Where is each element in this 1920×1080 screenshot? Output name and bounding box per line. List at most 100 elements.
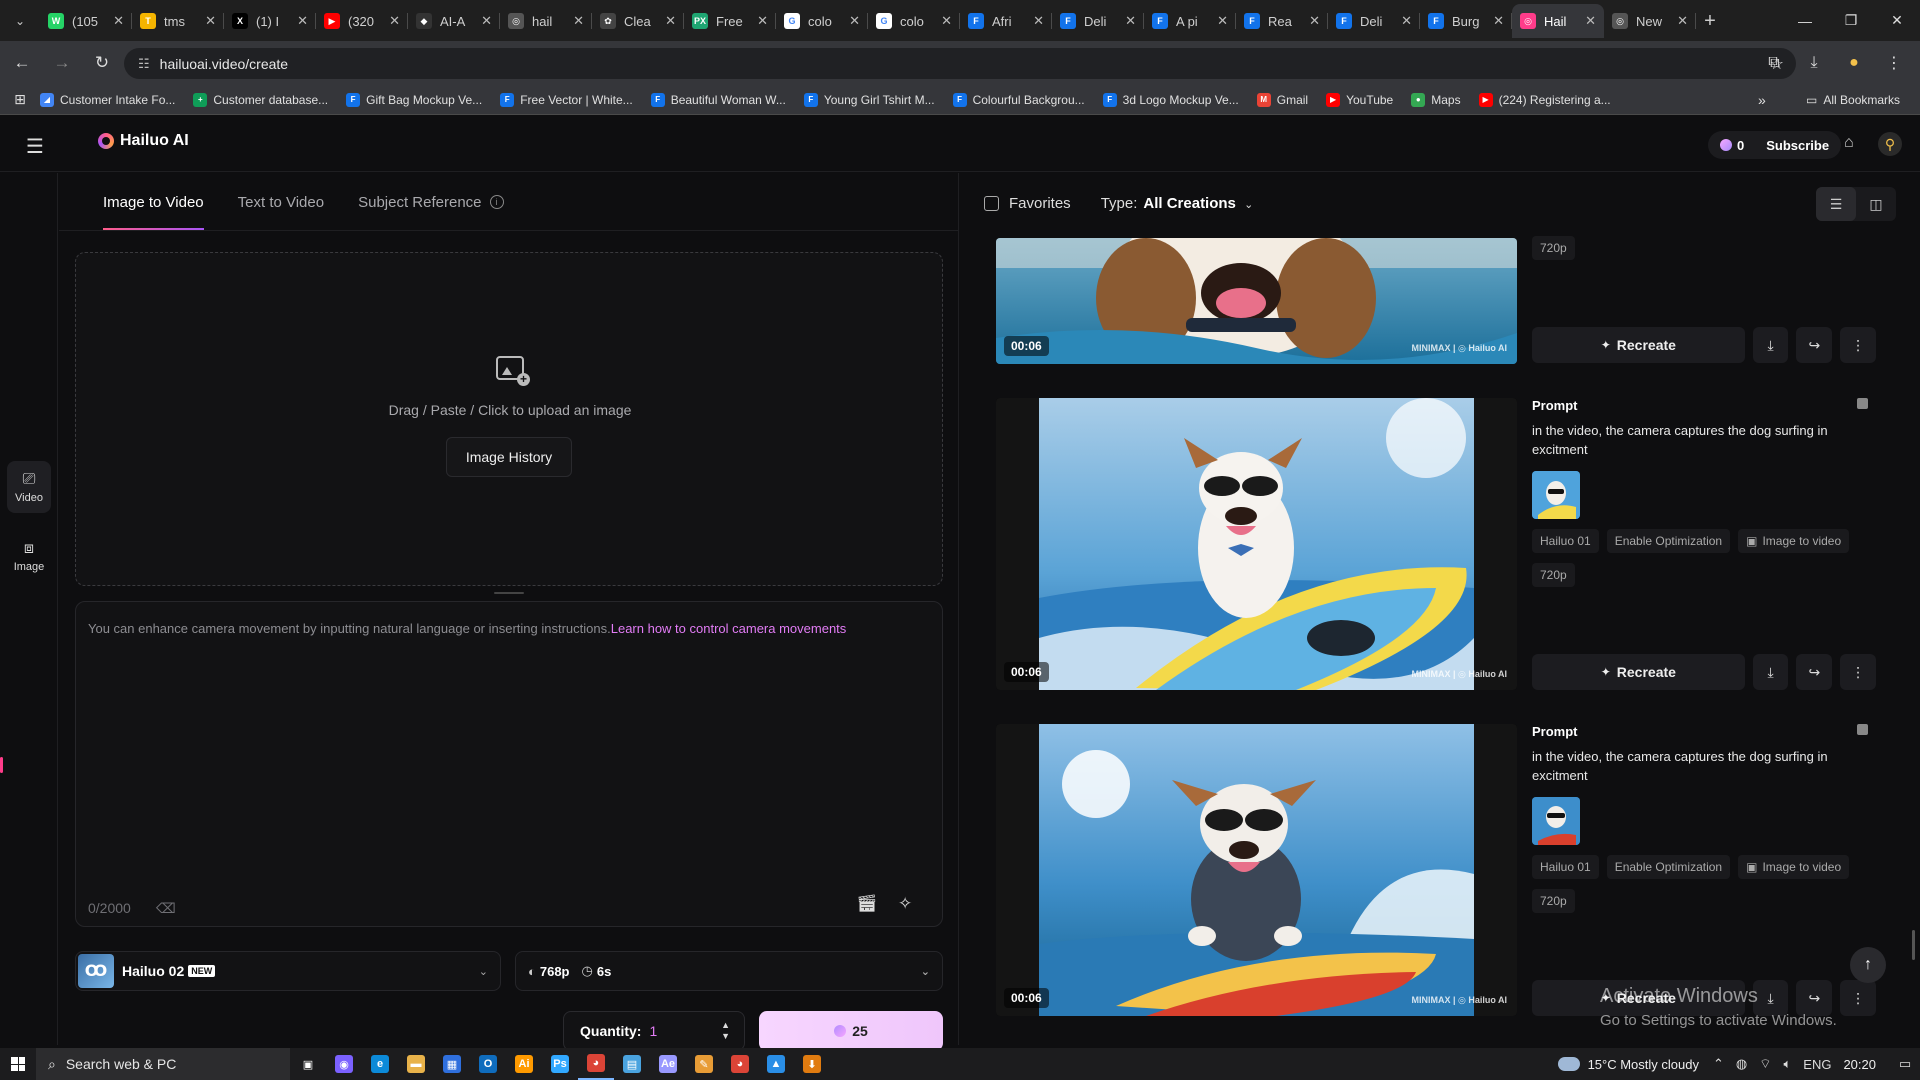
resize-handle[interactable] xyxy=(494,592,524,594)
video-thumbnail[interactable]: 00:06 MINIMAX | ◎ Hailuo AI xyxy=(996,238,1517,364)
bookmark-item[interactable]: ▶ (224) Registering a... xyxy=(1478,92,1611,107)
chrome-menu-icon[interactable]: ⋮ xyxy=(1874,45,1914,81)
close-tab-icon[interactable]: ✕ xyxy=(1493,13,1504,29)
credits-subscribe-pill[interactable]: 0 Subscribe xyxy=(1708,131,1842,159)
close-tab-icon[interactable]: ✕ xyxy=(205,13,216,29)
rail-item-image[interactable]: ⧈ Image xyxy=(7,530,51,582)
more-options-button[interactable]: ⋮ xyxy=(1840,654,1877,690)
minimize-button[interactable]: — xyxy=(1782,0,1828,41)
tab-search-button[interactable]: ⌄ xyxy=(0,0,40,41)
browser-tab[interactable]: F Rea ✕ xyxy=(1236,4,1328,38)
bookmark-item[interactable]: F 3d Logo Mockup Ve... xyxy=(1102,92,1239,107)
edge-icon[interactable]: e xyxy=(362,1048,398,1080)
bookmark-item[interactable]: F Free Vector | White... xyxy=(500,92,633,107)
subscribe-button[interactable]: Subscribe xyxy=(1766,138,1829,153)
close-tab-icon[interactable]: ✕ xyxy=(1585,13,1596,29)
close-window-button[interactable]: ✕ xyxy=(1874,0,1920,41)
photoshop-icon[interactable]: Ps xyxy=(542,1048,578,1080)
favorites-checkbox[interactable] xyxy=(984,195,999,211)
camera-movement-help-link[interactable]: Learn how to control camera movements xyxy=(611,621,847,636)
video-thumbnail[interactable]: 00:06 MINIMAX | ◎ Hailuo AI xyxy=(996,398,1517,690)
chrome-icon[interactable]: ◕ xyxy=(578,1048,614,1080)
illustrator-icon[interactable]: Ai xyxy=(506,1048,542,1080)
type-filter-dropdown[interactable]: Type: All Creations ⌄ xyxy=(1101,195,1254,212)
browser-tab[interactable]: ▶ (320 ✕ xyxy=(316,4,408,38)
back-button[interactable]: ← xyxy=(4,45,40,81)
close-tab-icon[interactable]: ✕ xyxy=(1125,13,1136,29)
bookmark-item[interactable]: F Colourful Backgrou... xyxy=(952,92,1085,107)
outlook-icon[interactable]: O xyxy=(470,1048,506,1080)
close-tab-icon[interactable]: ✕ xyxy=(297,13,308,29)
more-options-button[interactable]: ⋮ xyxy=(1840,980,1877,1016)
recreate-button[interactable]: ✦ Recreate xyxy=(1532,654,1745,690)
forward-button[interactable]: → xyxy=(44,45,80,81)
scrollbar-thumb[interactable] xyxy=(1912,930,1915,960)
close-tab-icon[interactable]: ✕ xyxy=(481,13,492,29)
task-view-icon[interactable]: ▣ xyxy=(290,1048,326,1080)
copy-icon[interactable] xyxy=(1857,724,1868,735)
browser-tab[interactable]: ✿ Clea ✕ xyxy=(592,4,684,38)
browser-tab[interactable]: ◎ New ✕ xyxy=(1604,4,1696,38)
file-explorer-icon[interactable]: ▬ xyxy=(398,1048,434,1080)
generate-button[interactable]: 25 xyxy=(759,1011,943,1051)
close-tab-icon[interactable]: ✕ xyxy=(665,13,676,29)
close-tab-icon[interactable]: ✕ xyxy=(849,13,860,29)
browser-tab[interactable]: X (1) I ✕ xyxy=(224,4,316,38)
share-button[interactable]: ↪ xyxy=(1796,654,1833,690)
brand-logo[interactable]: Hailuo AI xyxy=(98,132,189,150)
bookmark-item[interactable]: F Young Girl Tshirt M... xyxy=(803,92,935,107)
copy-icon[interactable] xyxy=(1857,398,1868,409)
bookmark-item[interactable]: + Customer database... xyxy=(193,92,328,107)
weather-widget[interactable]: 15°C Mostly cloudy xyxy=(1557,1057,1699,1072)
browser-tab[interactable]: ◎ Hail ✕ xyxy=(1512,4,1604,38)
bookmark-item[interactable]: M Gmail xyxy=(1256,92,1308,107)
apps-grid-icon[interactable]: ⊞ xyxy=(0,91,40,108)
image-upload-dropzone[interactable]: Drag / Paste / Click to upload an image … xyxy=(75,252,943,586)
notification-icon[interactable]: ⌂ xyxy=(1844,134,1854,152)
more-bookmarks-icon[interactable]: » xyxy=(1758,92,1766,108)
close-tab-icon[interactable]: ✕ xyxy=(389,13,400,29)
photos-icon[interactable]: ▲ xyxy=(758,1048,794,1080)
close-tab-icon[interactable]: ✕ xyxy=(113,13,124,29)
downloads-icon[interactable]: ⤓ xyxy=(1794,45,1834,81)
volume-icon[interactable]: 🔈︎ xyxy=(1783,1056,1791,1072)
bookmark-item[interactable]: F Beautiful Woman W... xyxy=(650,92,786,107)
browser-tab[interactable]: ◎ hail ✕ xyxy=(500,4,592,38)
reference-image-thumbnail[interactable] xyxy=(1532,471,1580,519)
address-bar[interactable]: ☷ hailuoai.video/create ☆ xyxy=(124,48,1796,79)
network-icon[interactable]: ◍ xyxy=(1736,1056,1747,1072)
model-select[interactable]: Ꝏ Hailuo 02 NEW ⌄ xyxy=(75,951,501,991)
close-tab-icon[interactable]: ✕ xyxy=(1033,13,1044,29)
bookmark-item[interactable]: F Gift Bag Mockup Ve... xyxy=(346,92,482,107)
close-tab-icon[interactable]: ✕ xyxy=(1401,13,1412,29)
scroll-to-top-button[interactable]: ↑ xyxy=(1850,947,1886,983)
close-tab-icon[interactable]: ✕ xyxy=(1217,13,1228,29)
tab-text-to-video[interactable]: Text to Video xyxy=(238,173,324,231)
more-options-button[interactable]: ⋮ xyxy=(1840,327,1877,363)
info-icon[interactable]: i xyxy=(489,195,504,209)
recreate-button[interactable]: ✦ Recreate xyxy=(1532,327,1745,363)
detail-view-icon[interactable]: ◫ xyxy=(1856,187,1896,221)
enhance-prompt-icon[interactable]: ✧ xyxy=(898,894,912,914)
new-tab-button[interactable]: + xyxy=(1696,4,1724,38)
notifications-icon[interactable]: ▭ xyxy=(1890,1048,1920,1080)
paint-icon[interactable]: ✎ xyxy=(686,1048,722,1080)
profile-avatar[interactable]: ● xyxy=(1834,45,1874,81)
browser-tab[interactable]: Gcolo ✕ xyxy=(868,4,960,38)
stepper-arrows-icon[interactable]: ▲ ▼ xyxy=(721,1020,730,1042)
close-tab-icon[interactable]: ✕ xyxy=(1309,13,1320,29)
browser-tab[interactable]: F A pi ✕ xyxy=(1144,4,1236,38)
close-tab-icon[interactable]: ✕ xyxy=(757,13,768,29)
share-button[interactable]: ↪ xyxy=(1796,327,1833,363)
image-history-button[interactable]: Image History xyxy=(446,437,572,477)
close-tab-icon[interactable]: ✕ xyxy=(573,13,584,29)
tab-subject-reference[interactable]: Subject Reference xyxy=(358,173,481,231)
browser-tab[interactable]: ◆ AI-A ✕ xyxy=(408,4,500,38)
start-button[interactable] xyxy=(0,1048,36,1080)
chrome-alt-icon[interactable]: ◕ xyxy=(722,1048,758,1080)
store-icon[interactable]: ▦ xyxy=(434,1048,470,1080)
language-indicator[interactable]: ENG xyxy=(1803,1057,1831,1072)
tab-image-to-video[interactable]: Image to Video xyxy=(95,173,204,231)
wifi-icon[interactable]: ⌔ xyxy=(1759,1056,1771,1072)
close-tab-icon[interactable]: ✕ xyxy=(941,13,952,29)
